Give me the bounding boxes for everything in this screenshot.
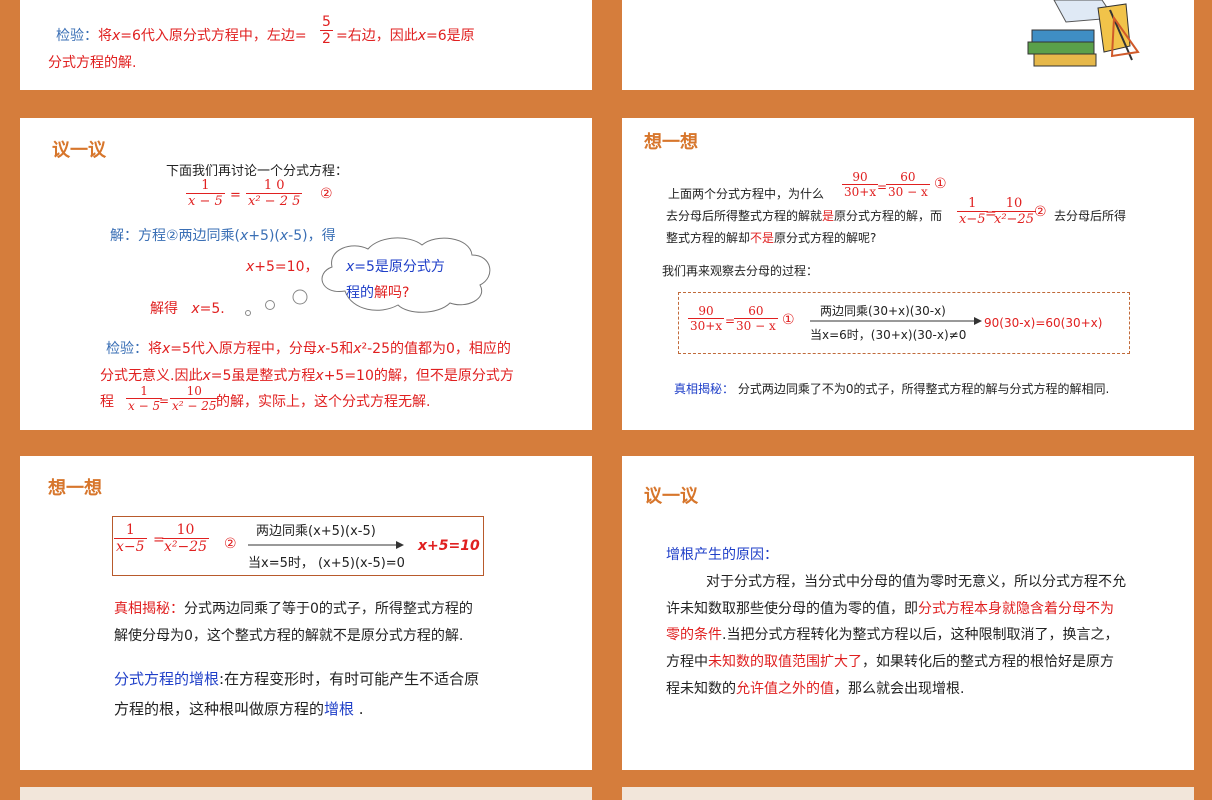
next-slide-strip-right	[622, 787, 1194, 800]
circle-1: ①	[934, 176, 947, 192]
eq-left-fraction: 1x − 5	[186, 178, 225, 209]
check-line-1: 检验：将x=6代入原分式方程中，左边=	[56, 28, 307, 44]
box-f-left: 90 30+x	[688, 304, 725, 333]
arrow-label-bottom: 当x=5时， (x+5)(x-5)=0	[248, 556, 405, 571]
slide-think-2: 想一想 1 x−5 = 10 x²−25 ② 两边同乘(x+5)(x-5) 当x=5…	[20, 456, 592, 770]
check-frac-left: 1x − 5	[126, 384, 163, 413]
slide-title: 想一想	[644, 132, 698, 153]
truth-line-2: 解使分母为0，这个整式方程的解就不是原分式方程的解.	[114, 628, 464, 644]
check-line-1: 检验：将x=5代入原方程中，分母x-5和x²-25的值都为0，相应的	[106, 341, 511, 357]
f1-right: 60 30 − x	[886, 170, 930, 199]
f1-left: 90 30+x	[842, 170, 879, 199]
para-line-4: 方程中未知数的取值范围扩大了，如果转化后的整式方程的根恰好是原方	[666, 654, 1114, 670]
para-line-3: 零的条件.当把分式方程转化为整式方程以后，这种限制取消了，换言之，	[666, 627, 1119, 643]
fraction-5-over-2: 52	[320, 14, 333, 47]
definition-line-2: 方程的根，这种根叫做原方程的增根 .	[114, 700, 364, 718]
slide-title: 想一想	[48, 478, 102, 499]
arrow-label-bottom: 当x=6时，(30+x)(30-x)≠0	[810, 328, 967, 342]
next-slide-strip-left	[20, 787, 592, 800]
check-frac-right: 10 x² − 25	[170, 384, 219, 413]
definition-line-1: 分式方程的增根:在方程变形时，有时可能产生不适合原	[114, 670, 480, 688]
f2-right: 10 x²−25	[992, 196, 1036, 227]
para-line-4: 我们再来观察去分母的过程：	[662, 264, 819, 278]
truth-line-1: 真相揭秘：分式两边同乘了等于0的式子，所得整式方程的	[114, 601, 473, 617]
right-arrow-icon	[810, 317, 982, 325]
para-line-1: 对于分式方程，当分式中分母的值为零时无意义，所以分式方程不允	[706, 574, 1126, 590]
para-line-3: 整式方程的解却不是原分式方程的解呢?	[666, 231, 877, 245]
bubble-text-2: 程的解吗?	[346, 285, 410, 301]
check-frac-equals: =	[159, 394, 170, 408]
check-line-1-end: =右边，因此x=6是原	[336, 28, 475, 44]
para-line-2: 许未知数取那些使分母的值为零的值，即分式方程本身就隐含着分母不为	[666, 601, 1114, 617]
para-line-2: 去分母后所得整式方程的解就是原分式方程的解，而	[666, 209, 943, 223]
slide-title: 议一议	[644, 486, 698, 507]
arrow-label-top: 两边同乘(x+5)(x-5)	[256, 524, 376, 539]
para-line-1: 上面两个分式方程中，为什么	[668, 187, 825, 201]
check-line-3-end: 的解，实际上，这个分式方程无解.	[216, 394, 431, 410]
para-line-2-end: 去分母后所得	[1054, 209, 1127, 223]
intro-text: 下面我们再讨论一个分式方程：	[166, 164, 349, 179]
truth-line: 真相揭秘： 分式两边同乘了不为0的式子，所得整式方程的解与分式方程的解相同.	[674, 382, 1110, 396]
circle-2: ②	[1034, 204, 1047, 220]
slide-discuss-1: 议一议 下面我们再讨论一个分式方程： 1x − 5 = 1 0 x² − 2 5 …	[20, 118, 592, 430]
right-arrow-icon	[248, 541, 404, 549]
slide-discuss-2: 议一议 增根产生的原因： 对于分式方程，当分式中分母的值为零时无意义，所以分式方…	[622, 456, 1194, 770]
eq-right-fraction: 10 x²−25	[162, 522, 210, 555]
thought-bubble	[245, 237, 491, 316]
slide-title: 议一议	[52, 140, 106, 161]
check-line-2: 分式方程的解.	[48, 55, 137, 71]
eq-left-fraction: 1 x−5	[114, 522, 147, 555]
result-equation: x+5=10	[418, 538, 480, 554]
solve-line: 解得 x=5.	[150, 301, 225, 317]
para-line-5: 程未知数的允许值之外的值，那么就会出现增根.	[666, 681, 965, 697]
eq-equals: =	[230, 188, 241, 203]
check-line-2: 分式无意义.因此x=5虽是整式方程x+5=10的解，但不是原分式方	[100, 368, 514, 384]
slide-check-x6: 检验：将x=6代入原分式方程中，左边= 52 =右边，因此x=6是原 分式方程的…	[20, 0, 592, 90]
result-equation: 90(30-x)=60(30+x)	[984, 316, 1103, 330]
f2-left: 1 x−5	[957, 196, 988, 227]
reason-heading: 增根产生的原因：	[666, 547, 778, 563]
circle-2: ②	[320, 186, 333, 202]
slide-think-1: 想一想 上面两个分式方程中，为什么 90 30+x = 60 30 − x ① 去分…	[622, 118, 1194, 430]
slide-illustration	[622, 0, 1194, 90]
books-illustration	[1027, 0, 1140, 67]
eq-right-fraction: 1 0 x² − 2 5	[246, 178, 303, 209]
bubble-text-1: x=5是原分式方	[346, 259, 445, 275]
check-line-3-start: 程	[100, 394, 114, 410]
box-f-right: 60 30 − x	[734, 304, 778, 333]
